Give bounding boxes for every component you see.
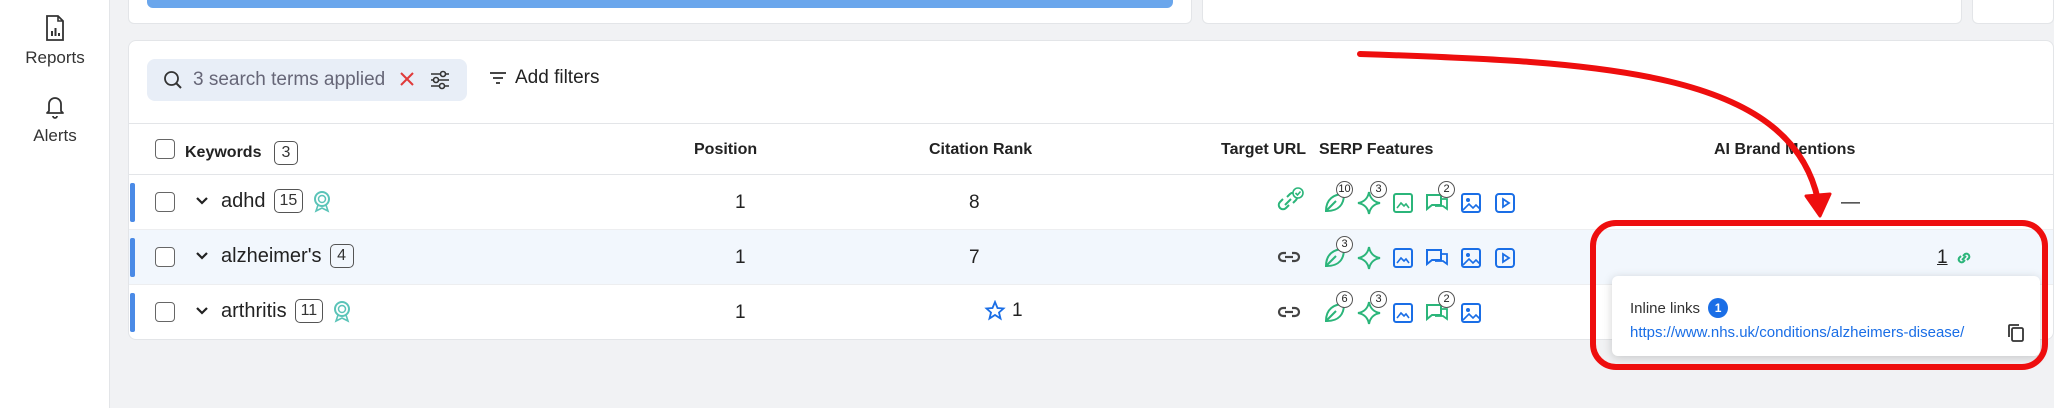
keyword-cell: alzheimer's 4 [195,244,362,268]
serp-count: 3 [1336,236,1353,253]
keyword-name[interactable]: alzheimer's [221,245,322,268]
chevron-down-icon[interactable] [195,251,209,261]
sidebar-item-reports[interactable]: Reports [0,14,110,68]
serp-count: 3 [1370,291,1387,308]
sparkle-icon[interactable]: 3 [1355,181,1387,217]
row-checkbox[interactable] [155,247,175,267]
citation-rank-cell: 1 [984,300,1023,322]
ai-mentions-value: — [1841,192,1860,213]
sidebar-item-label: Reports [25,48,85,67]
top-card [1202,0,1962,24]
reviews-icon[interactable] [1423,244,1451,272]
ai-brand-mentions-header[interactable]: AI Brand Mentions [1714,141,1855,159]
row-accent [130,238,135,277]
position-value: 1 [735,192,746,213]
video-icon[interactable] [1491,189,1519,217]
serp-count: 10 [1336,181,1353,198]
target-url-header[interactable]: Target URL [1221,141,1306,159]
serp-features: 6 3 2 [1321,291,1485,327]
sparkle-icon[interactable] [1355,244,1383,272]
award-icon [334,301,351,323]
row-accent [130,293,135,332]
reviews-icon[interactable]: 2 [1423,181,1455,217]
keyword-cell: adhd 15 [195,189,333,213]
images-icon[interactable] [1457,189,1485,217]
clear-icon[interactable] [397,69,417,94]
add-filters-label: Add filters [515,67,600,88]
annotation-highlight-box [1590,220,2048,370]
image-pack-icon[interactable] [1389,189,1417,217]
position-value: 1 [735,247,746,268]
serp-features-header[interactable]: SERP Features [1319,141,1433,159]
keyword-cell: arthritis 11 [195,299,353,323]
sidebar-item-alerts[interactable]: Alerts [0,92,110,146]
report-icon [46,15,64,41]
keywords-header[interactable]: Keywords 3 [185,141,298,165]
leaf-icon[interactable]: 6 [1321,291,1353,327]
row-accent [130,183,135,222]
keywords-header-label: Keywords [185,144,262,161]
image-pack-icon[interactable] [1389,244,1417,272]
add-filters-button[interactable]: Add filters [489,67,599,89]
citation-rank-header[interactable]: Citation Rank [929,141,1032,159]
position-value: 1 [735,302,746,323]
keywords-count-badge: 3 [273,141,298,165]
award-icon [314,191,331,213]
row-checkbox[interactable] [155,192,175,212]
top-card [1972,0,2054,24]
citation-rank-value: 8 [969,192,980,213]
keyword-count-badge: 11 [294,299,324,323]
keyword-count-badge: 15 [273,189,304,213]
chevron-down-icon[interactable] [195,306,209,316]
select-all-checkbox[interactable] [155,139,175,159]
search-filter[interactable]: 3 search terms applied [147,59,467,101]
images-icon[interactable] [1457,244,1485,272]
progress-bar [147,0,1173,8]
serp-features: 3 [1321,236,1519,272]
sparkle-icon[interactable]: 3 [1355,291,1387,327]
link-icon[interactable] [1275,298,1303,332]
link-icon[interactable] [1275,243,1303,277]
serp-features: 10 3 2 [1321,181,1519,217]
filter-settings-icon[interactable] [429,69,451,96]
serp-count: 2 [1438,181,1455,198]
citation-rank-value: 1 [1012,300,1023,321]
images-icon[interactable] [1457,299,1485,327]
serp-count: 2 [1438,291,1455,308]
sidebar: Reports Alerts [0,0,110,408]
chevron-down-icon[interactable] [195,196,209,206]
reviews-icon[interactable]: 2 [1423,291,1455,327]
bell-icon [46,97,64,119]
search-input[interactable]: 3 search terms applied [193,69,385,91]
row-checkbox[interactable] [155,302,175,322]
citation-rank-value: 7 [969,247,980,268]
keyword-name[interactable]: arthritis [221,300,287,323]
keyword-name[interactable]: adhd [221,190,266,213]
keyword-count-badge: 4 [329,244,354,268]
image-pack-icon[interactable] [1389,299,1417,327]
verified-link-icon[interactable] [1275,187,1305,221]
table-header: Keywords 3 Position Citation Rank Target… [129,123,2053,175]
video-icon[interactable] [1491,244,1519,272]
serp-count: 3 [1370,181,1387,198]
leaf-icon[interactable]: 10 [1321,181,1353,217]
serp-count: 6 [1336,291,1353,308]
leaf-icon[interactable]: 3 [1321,236,1353,272]
pin-star-icon [984,300,1006,321]
search-icon [164,71,182,89]
sidebar-item-label: Alerts [33,126,77,145]
position-header[interactable]: Position [694,141,757,159]
filter-icon [490,72,506,84]
